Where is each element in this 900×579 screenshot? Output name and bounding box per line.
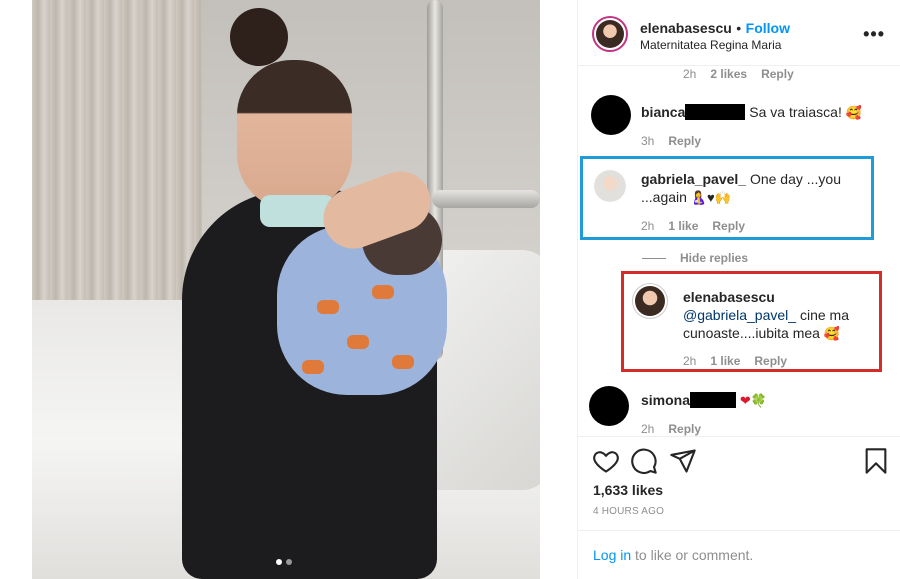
comment-username[interactable]: gabriela_pavel_ bbox=[641, 171, 746, 187]
comment-meta: 2h 2 likes Reply bbox=[683, 67, 794, 81]
avatar[interactable] bbox=[592, 16, 628, 52]
login-prompt: Log in to like or comment. bbox=[578, 530, 900, 579]
comment-text: gabriela_pavel_ One day ...you ...again … bbox=[641, 170, 873, 207]
post-time[interactable]: 4 HOURS AGO bbox=[593, 506, 664, 517]
comment-username[interactable]: simona bbox=[641, 392, 690, 408]
carousel-dot bbox=[276, 559, 282, 565]
comment-text: bianca Sa va traiasca! 🥰 bbox=[641, 103, 862, 122]
hide-replies-button[interactable]: Hide replies bbox=[642, 251, 748, 265]
login-text: to like or comment. bbox=[631, 547, 754, 563]
comment-username[interactable]: bianca bbox=[641, 104, 685, 120]
emoji: 🥰 bbox=[845, 105, 862, 120]
comment-icon[interactable] bbox=[630, 447, 658, 475]
avatar-image bbox=[594, 170, 626, 202]
photo-tiger-print bbox=[392, 355, 414, 369]
post-username[interactable]: elenabasescu bbox=[640, 20, 732, 36]
photo-woman-hair-bun bbox=[230, 8, 288, 66]
reply-button[interactable]: Reply bbox=[761, 67, 794, 81]
emoji: 🤱♥🙌 bbox=[690, 190, 731, 205]
follow-button[interactable]: Follow bbox=[746, 20, 790, 36]
comment-time: 2h bbox=[641, 219, 655, 233]
avatar[interactable] bbox=[594, 170, 626, 202]
photo-bed-rail-bar bbox=[432, 190, 540, 208]
comment-meta: 2h 1 like Reply bbox=[641, 219, 745, 233]
photo-tiger-print bbox=[302, 360, 324, 374]
header-title-line: elenabasescu • Follow bbox=[640, 20, 790, 38]
photo-curtain bbox=[32, 0, 202, 320]
comment-meta: 2h 1 like Reply bbox=[683, 354, 787, 368]
comments-list: 2h 2 likes Reply bianca Sa va traiasca! … bbox=[578, 66, 900, 436]
more-horizontal-icon[interactable]: ••• bbox=[863, 24, 885, 45]
comment-meta: 2h Reply bbox=[641, 422, 701, 436]
reply-button[interactable]: Reply bbox=[668, 422, 701, 436]
post-actions: 1,633 likes 4 HOURS AGO bbox=[578, 436, 900, 530]
photo-tiger-print bbox=[347, 335, 369, 349]
avatar-redacted bbox=[589, 386, 629, 426]
comment-text: simona ❤🍀 bbox=[641, 391, 767, 410]
photo-woman-head bbox=[237, 60, 352, 210]
comment-meta: 3h Reply bbox=[641, 134, 701, 148]
comment-time: 2h bbox=[683, 354, 697, 368]
avatar[interactable] bbox=[632, 283, 668, 319]
redacted-block bbox=[690, 392, 737, 408]
photo-tiger-print bbox=[372, 285, 394, 299]
post-header: elenabasescu • Follow Maternitatea Regin… bbox=[578, 0, 900, 66]
emoji: ❤🍀 bbox=[739, 393, 767, 408]
emoji: 🥰 bbox=[823, 326, 841, 341]
avatar-image bbox=[635, 286, 665, 316]
redacted-block bbox=[685, 104, 746, 120]
mention-link[interactable]: @gabriela_pavel_ bbox=[683, 307, 796, 323]
reply-button[interactable]: Reply bbox=[668, 134, 701, 148]
comment-likes[interactable]: 1 like bbox=[710, 354, 740, 368]
comment-time: 3h bbox=[641, 134, 655, 148]
post-location[interactable]: Maternitatea Regina Maria bbox=[640, 38, 781, 52]
comment-likes[interactable]: 1 like bbox=[668, 219, 698, 233]
comment-time: 2h bbox=[683, 67, 697, 81]
avatar-redacted bbox=[591, 95, 631, 135]
reply-button[interactable]: Reply bbox=[712, 219, 745, 233]
likes-count[interactable]: 1,633 likes bbox=[593, 482, 663, 498]
post-photo[interactable]: › bbox=[32, 0, 540, 579]
avatar-image bbox=[596, 20, 624, 48]
bookmark-icon[interactable] bbox=[862, 447, 890, 475]
comment-text: elenabasescu @gabriela_pavel_ cine ma cu… bbox=[683, 288, 875, 343]
hide-replies-label: Hide replies bbox=[680, 251, 749, 265]
photo-tiger-print bbox=[317, 300, 339, 314]
carousel-dots bbox=[276, 559, 292, 565]
comment-body: Sa va traiasca! bbox=[749, 104, 842, 120]
comment-likes[interactable]: 2 likes bbox=[710, 67, 747, 81]
heart-icon[interactable] bbox=[592, 447, 620, 475]
reply-button[interactable]: Reply bbox=[754, 354, 787, 368]
comment-username[interactable]: elenabasescu bbox=[683, 289, 775, 305]
login-link[interactable]: Log in bbox=[593, 547, 631, 563]
comment-time: 2h bbox=[641, 422, 655, 436]
carousel-dot bbox=[286, 559, 292, 565]
post-panel: elenabasescu • Follow Maternitatea Regin… bbox=[577, 0, 900, 579]
share-icon[interactable] bbox=[669, 447, 697, 475]
separator-dot: • bbox=[736, 20, 742, 36]
divider-line bbox=[642, 257, 666, 259]
